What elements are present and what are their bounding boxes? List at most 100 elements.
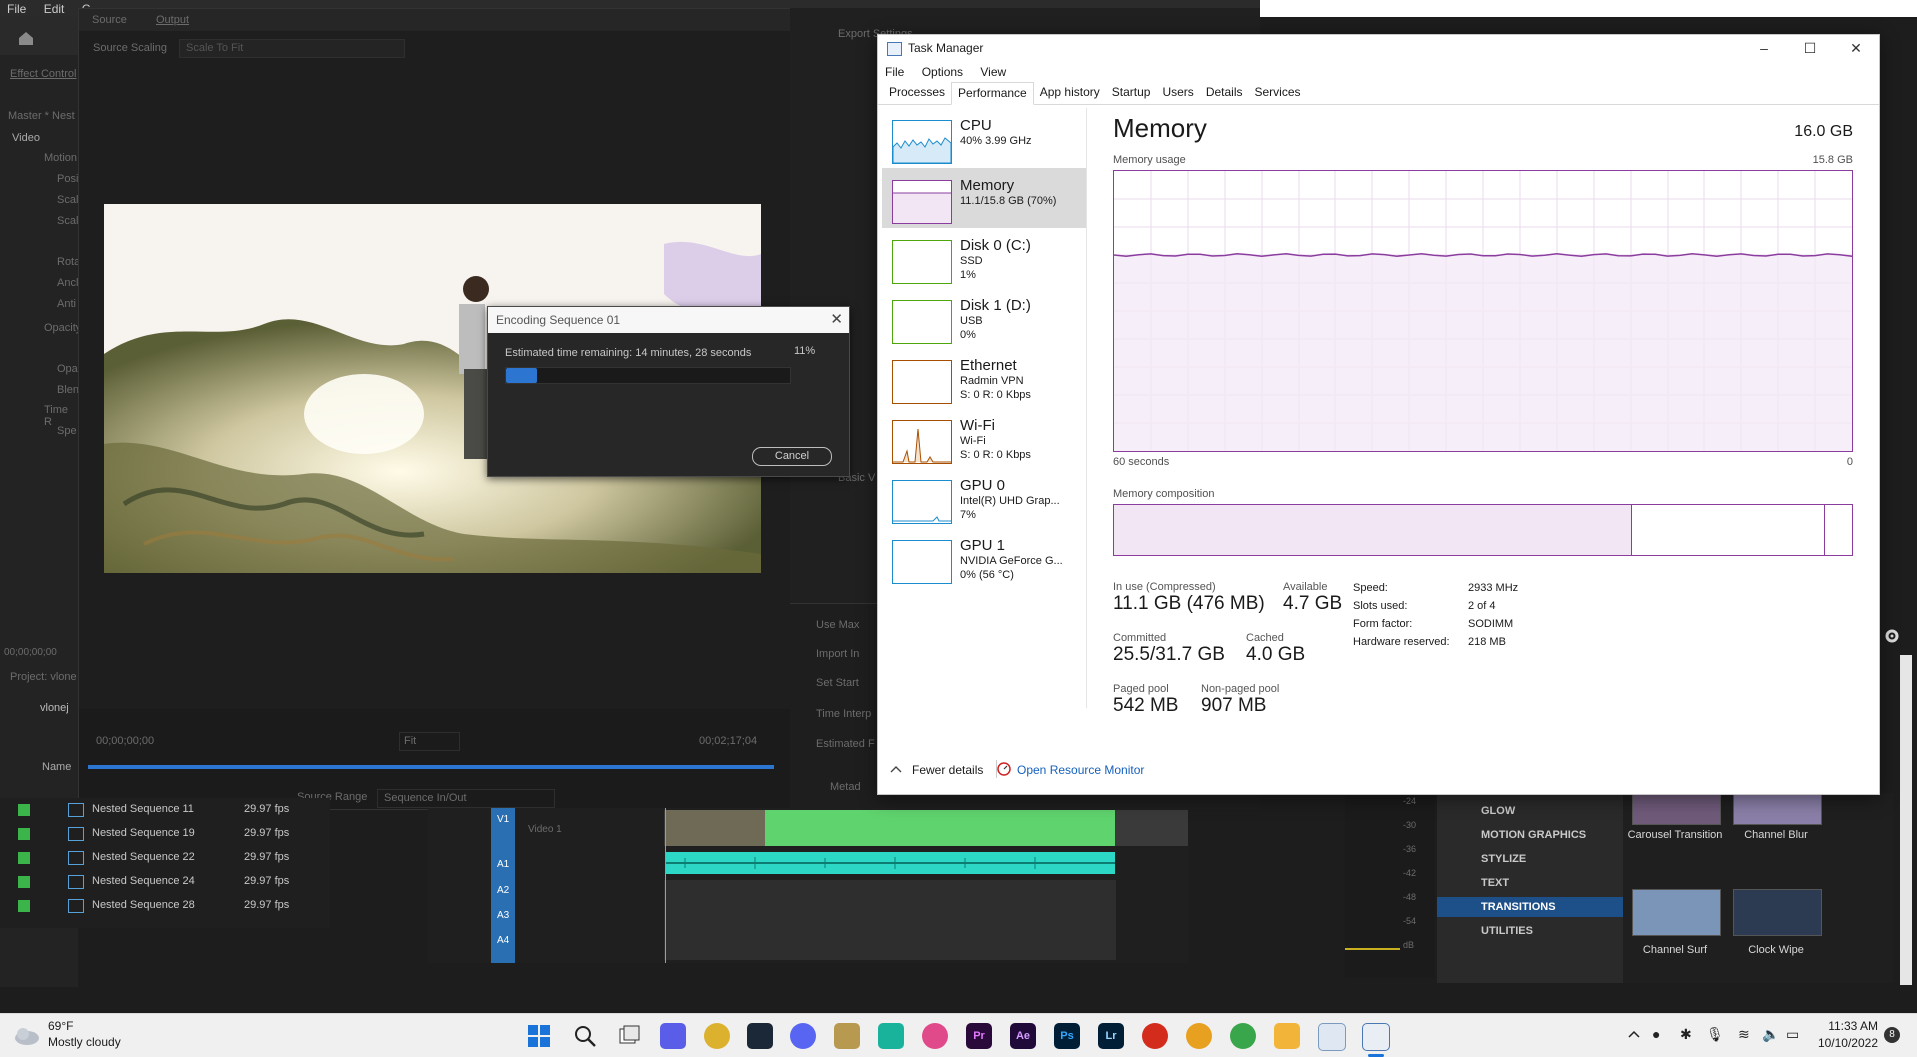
opacity-label[interactable]: Opacity <box>44 322 81 334</box>
close-icon[interactable]: ✕ <box>1833 35 1879 62</box>
carousel-transition-label[interactable]: Carousel Transition <box>1620 829 1730 841</box>
tab-services[interactable]: Services <box>1249 82 1307 103</box>
channel-surf-thumbnail[interactable] <box>1632 889 1721 936</box>
tab-processes[interactable]: Processes <box>883 82 951 103</box>
audio-clip[interactable] <box>665 852 1115 874</box>
app-icon[interactable] <box>878 1023 904 1049</box>
gear-icon[interactable] <box>1883 627 1901 645</box>
tray-app-icon[interactable]: ● <box>1652 1026 1660 1042</box>
menu-edit[interactable]: Edit <box>37 0 72 16</box>
cancel-button[interactable]: Cancel <box>752 447 832 466</box>
menu-file[interactable]: File <box>885 65 904 79</box>
param-opacity[interactable]: Opa <box>57 363 78 375</box>
fx-category-motion-graphics[interactable]: MOTION GRAPHICS <box>1437 825 1623 845</box>
tab-output[interactable]: Output <box>156 14 189 26</box>
param-position[interactable]: Posi <box>57 173 78 185</box>
menu-options[interactable]: Options <box>922 65 963 79</box>
clock-date[interactable]: 10/10/2022 <box>1810 1036 1878 1050</box>
track-a2[interactable]: A2 <box>497 885 509 896</box>
notification-badge[interactable]: 8 <box>1884 1027 1900 1043</box>
sidebar-item-disk0[interactable]: Disk 0 (C:) SSD 1% <box>882 228 1086 288</box>
tab-details[interactable]: Details <box>1200 82 1249 103</box>
param-scale[interactable]: Scal <box>57 194 78 206</box>
weather-temp[interactable]: 69°F <box>48 1019 73 1033</box>
discord-icon[interactable] <box>790 1023 816 1049</box>
tab-users[interactable]: Users <box>1156 82 1199 103</box>
param-antiflicker[interactable]: Anti <box>57 298 76 310</box>
task-view-icon[interactable] <box>617 1024 641 1048</box>
channel-blur-label[interactable]: Channel Blur <box>1721 829 1831 841</box>
open-resource-monitor-link[interactable]: Open Resource Monitor <box>1017 763 1144 777</box>
wifi-icon[interactable]: ≋ <box>1738 1026 1750 1043</box>
fewer-details-link[interactable]: Fewer details <box>912 763 983 777</box>
chevron-up-icon[interactable] <box>1628 1029 1640 1039</box>
fx-category-stylize[interactable]: STYLIZE <box>1437 849 1623 869</box>
video-clip[interactable] <box>765 810 1115 846</box>
metadata-button[interactable]: Metad <box>830 781 861 793</box>
track-v1[interactable]: V1 <box>497 814 509 825</box>
sidebar-item-gpu0[interactable]: GPU 0 Intel(R) UHD Grap... 7% <box>882 468 1086 528</box>
weather-cloud-icon[interactable] <box>12 1023 42 1047</box>
menu-view[interactable]: View <box>980 65 1006 79</box>
task-manager-taskbar-icon[interactable] <box>1362 1023 1390 1051</box>
tab-startup[interactable]: Startup <box>1106 82 1157 103</box>
bluetooth-icon[interactable]: ✱ <box>1680 1026 1692 1043</box>
track-a1[interactable]: A1 <box>497 859 509 870</box>
fx-category-glow[interactable]: GLOW <box>1437 801 1623 821</box>
export-timeline-bar[interactable] <box>88 765 774 769</box>
microphone-icon[interactable]: 🎙 <box>1706 1026 1724 1043</box>
tab-app-history[interactable]: App history <box>1034 82 1106 103</box>
channel-surf-label[interactable]: Channel Surf <box>1620 944 1730 956</box>
premiere-pro-icon[interactable]: Pr <box>966 1023 992 1049</box>
sidebar-item-ethernet[interactable]: Ethernet Radmin VPN S: 0 R: 0 Kbps <box>882 348 1086 408</box>
channel-blur-thumbnail[interactable] <box>1733 793 1822 825</box>
flame-app-icon[interactable] <box>1186 1023 1212 1049</box>
track-a3[interactable]: A3 <box>497 910 509 921</box>
carousel-transition-thumbnail[interactable] <box>1632 793 1721 825</box>
track-a4[interactable]: A4 <box>497 935 509 946</box>
volume-icon[interactable]: 🔈 <box>1762 1026 1779 1043</box>
param-speed[interactable]: Spe <box>57 425 77 437</box>
notepad-icon[interactable] <box>834 1023 860 1049</box>
source-range-select[interactable]: Sequence In/Out <box>377 789 555 808</box>
slack-icon[interactable] <box>922 1023 948 1049</box>
sidebar-item-gpu1[interactable]: GPU 1 NVIDIA GeForce G... 0% (56 °C) <box>882 528 1086 588</box>
clock-wipe-label[interactable]: Clock Wipe <box>1721 944 1831 956</box>
list-item[interactable]: Nested Sequence 28 29.97 fps <box>0 894 325 918</box>
import-checkbox[interactable]: Import In <box>816 648 859 660</box>
tab-performance[interactable]: Performance <box>951 82 1034 105</box>
minimize-icon[interactable]: – <box>1741 35 1787 62</box>
set-start-checkbox[interactable]: Set Start <box>816 677 859 689</box>
chevron-up-icon[interactable] <box>890 765 902 773</box>
tab-source[interactable]: Source <box>92 14 127 26</box>
teams-icon[interactable] <box>660 1023 686 1049</box>
after-effects-icon[interactable]: Ae <box>1010 1023 1036 1049</box>
red-app-icon[interactable] <box>1142 1023 1168 1049</box>
param-blend[interactable]: Blen <box>57 384 79 396</box>
right-scrollbar[interactable] <box>1900 655 1912 985</box>
fx-category-transitions[interactable]: TRANSITIONS <box>1437 897 1623 917</box>
clock-wipe-thumbnail[interactable] <box>1733 889 1822 936</box>
list-item[interactable]: Nested Sequence 11 29.97 fps <box>0 798 325 822</box>
fx-category-text[interactable]: TEXT <box>1437 873 1623 893</box>
list-item[interactable]: Nested Sequence 22 29.97 fps <box>0 846 325 870</box>
home-icon[interactable] <box>17 30 35 46</box>
sidebar-item-disk1[interactable]: Disk 1 (D:) USB 0% <box>882 288 1086 348</box>
project-item[interactable]: vlonej <box>40 702 69 714</box>
list-item[interactable]: Nested Sequence 24 29.97 fps <box>0 870 325 894</box>
sidebar-item-wifi[interactable]: Wi-Fi Wi-Fi S: 0 R: 0 Kbps <box>882 408 1086 468</box>
fit-select[interactable]: Fit <box>399 732 460 751</box>
source-scaling-select[interactable]: Scale To Fit <box>179 39 405 58</box>
use-max-checkbox[interactable]: Use Max <box>816 619 859 631</box>
video-clip-thumbnail[interactable] <box>665 810 765 846</box>
battery-icon[interactable]: ▭ <box>1786 1026 1799 1043</box>
green-app-icon[interactable] <box>1230 1023 1256 1049</box>
file-explorer-icon[interactable] <box>1274 1023 1300 1049</box>
clock-time[interactable]: 11:33 AM <box>1818 1019 1878 1033</box>
fx-category-utilities[interactable]: UTILITIES <box>1437 921 1623 941</box>
steam-icon[interactable] <box>747 1023 773 1049</box>
photos-icon[interactable] <box>1318 1023 1346 1051</box>
sidebar-item-cpu[interactable]: CPU 40% 3.99 GHz <box>882 108 1086 168</box>
windows-start-icon[interactable] <box>527 1024 551 1048</box>
param-scale-width[interactable]: Scal <box>57 215 78 227</box>
